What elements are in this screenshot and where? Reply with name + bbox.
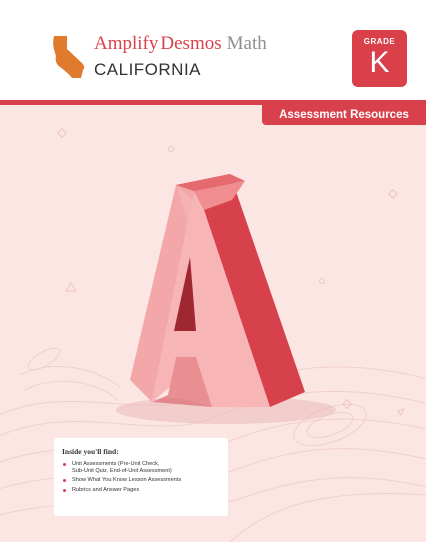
list-item: Show What You Know Lesson Assessments <box>62 477 224 484</box>
brand-word-desmos: Desmos <box>160 33 222 54</box>
california-state-icon <box>53 36 85 78</box>
bullet-icon <box>63 463 66 466</box>
grade-label: GRADE <box>363 37 396 46</box>
bullet-icon <box>63 488 66 492</box>
cover-header: Amplify Desmos Math CALIFORNIA GRADE K <box>0 0 426 100</box>
list-item-text: Show What You Know Lesson Assessments <box>72 477 182 484</box>
bullet-icon <box>63 479 66 483</box>
list-item: Rubrics and Answer Pages <box>62 487 224 494</box>
info-box-title: Inside you'll find: <box>62 447 119 456</box>
book-cover: Amplify Desmos Math CALIFORNIA GRADE K Ass… <box>0 0 426 542</box>
state-name: CALIFORNIA <box>94 60 202 79</box>
list-item-text: Unit Assessments (Pre-Unit Check, Sub-Un… <box>72 461 172 475</box>
brand-word-amplify: Amplify <box>94 33 159 54</box>
brand-logo: Amplify Desmos Math <box>94 33 267 55</box>
info-box-list: Unit Assessments (Pre-Unit Check, Sub-Un… <box>62 461 224 496</box>
list-item: Unit Assessments (Pre-Unit Check, Sub-Un… <box>62 461 224 475</box>
grade-badge: GRADE K <box>352 30 407 87</box>
brand-word-math: Math <box>226 33 267 54</box>
contents-info-box: Inside you'll find: Unit Assessments (Pr… <box>54 438 228 516</box>
letter-a-3d-icon <box>130 174 305 407</box>
assessment-resources-tab: Assessment Resources <box>262 105 426 125</box>
list-item-text: Rubrics and Answer Pages <box>72 486 140 493</box>
grade-value: K <box>369 46 390 79</box>
